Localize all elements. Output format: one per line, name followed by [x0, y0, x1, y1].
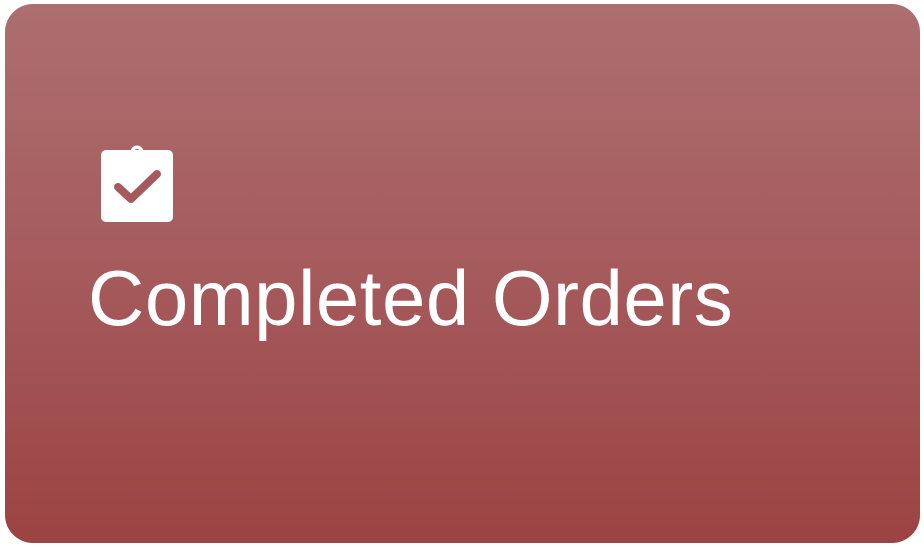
card-title: Completed Orders — [88, 254, 734, 342]
clipboard-check-icon — [96, 142, 178, 224]
completed-orders-card[interactable]: Completed Orders — [5, 4, 920, 543]
